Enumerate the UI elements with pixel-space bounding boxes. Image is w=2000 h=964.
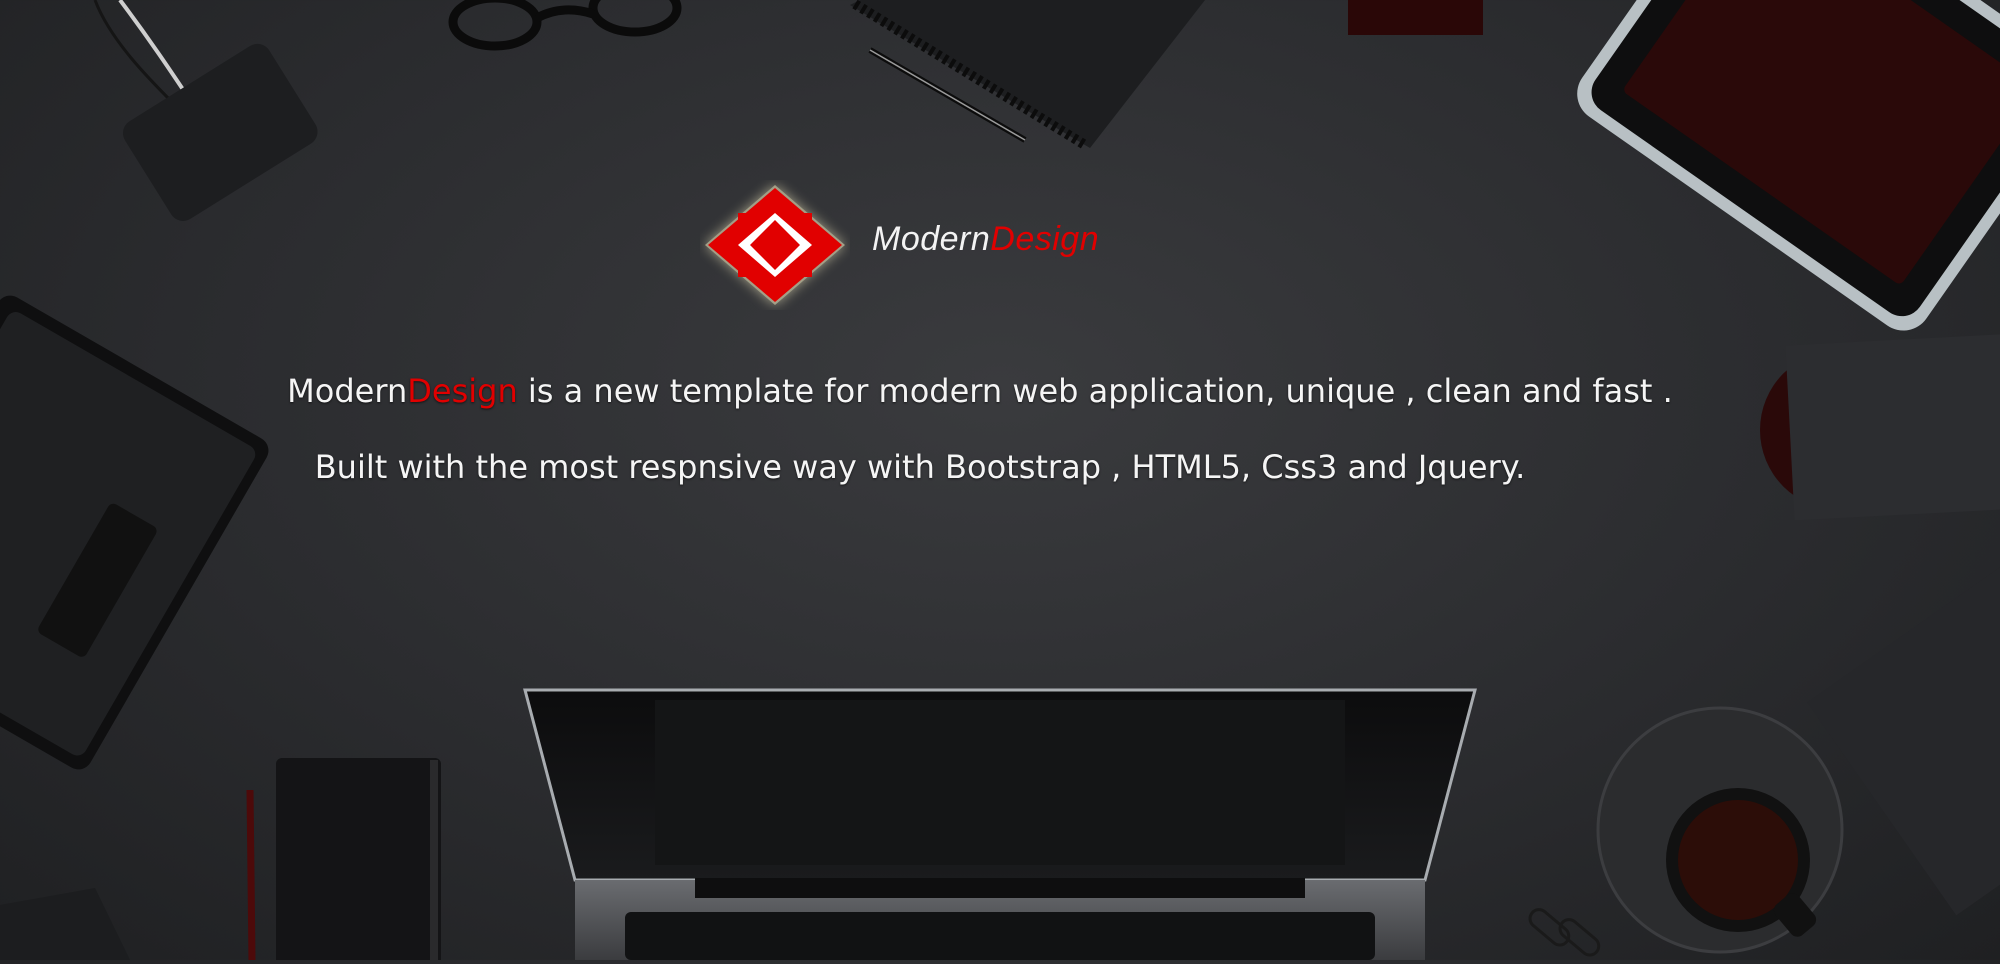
tagline-line-1-text: is a new template for modern web applica… <box>517 372 1673 410</box>
logo[interactable] <box>700 180 850 310</box>
hero-section: ModernDesign ModernDesign is a new templ… <box>0 0 2000 960</box>
logo-diamond-icon <box>705 185 845 305</box>
tagline-line-2: Built with the most respnsive way with B… <box>314 448 1526 486</box>
brand-name-design: Design <box>990 220 1100 258</box>
brand-name-modern: Modern <box>872 220 991 258</box>
tagline-line-1: ModernDesign is a new template for moder… <box>0 372 1980 410</box>
tagline-brand-design: Design <box>407 372 518 410</box>
brand-name[interactable]: ModernDesign <box>872 220 1099 259</box>
tagline-brand-modern: Modern <box>287 372 408 410</box>
